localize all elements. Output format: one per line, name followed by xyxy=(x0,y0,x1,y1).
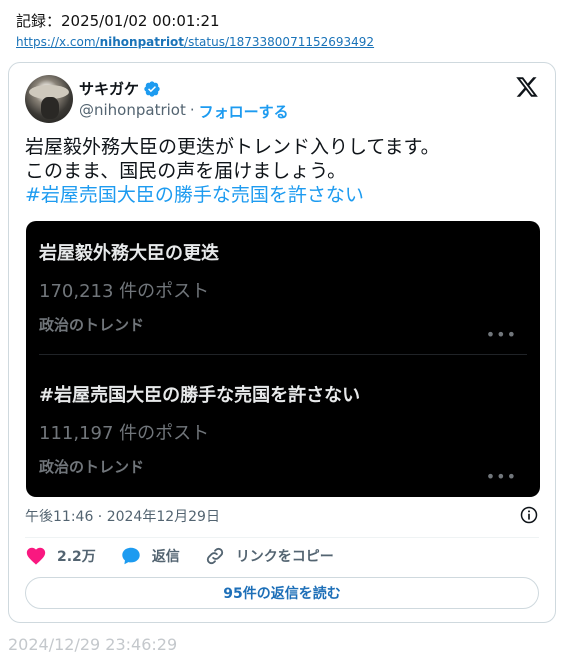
follow-button[interactable]: フォローする xyxy=(199,101,289,122)
author-name[interactable]: サキガケ xyxy=(79,78,139,99)
trend-post-count: 170,213 件のポスト xyxy=(39,281,210,302)
reply-label: 返信 xyxy=(151,549,180,565)
action-bar: 2.2万 返信 リンクをコピー xyxy=(25,545,358,567)
x-logo-icon[interactable] xyxy=(515,75,539,99)
trend-category: 政治のトレンド xyxy=(39,458,145,476)
source-url-link[interactable]: https://x.com/nihonpatriot/status/187338… xyxy=(16,35,374,49)
post-text-line-1: 岩屋毅外務大臣の更迭がトレンド入りしてます。 xyxy=(25,136,440,158)
dot-separator: · xyxy=(189,101,195,119)
trend-item: #岩屋売国大臣の勝手な売国を許さない 111,197 件のポスト 政治のトレンド… xyxy=(39,381,527,486)
url-suffix: /status/1873380071152693492 xyxy=(184,35,375,49)
copy-link-label: リンクをコピー xyxy=(235,549,334,565)
trend-category: 政治のトレンド xyxy=(39,316,145,334)
post-text: 岩屋毅外務大臣の更迭がトレンド入りしてます。 このまま、国民の声を届けましょう。… xyxy=(25,135,440,207)
like-count: 2.2万 xyxy=(57,549,96,565)
handle-row: @nihonpatriot · フォローする xyxy=(79,101,289,122)
embedded-post-card: サキガケ @nihonpatriot · フォローする 岩屋毅外務大臣の更迭がト… xyxy=(8,62,556,623)
verified-badge-icon xyxy=(144,80,160,97)
reply-button[interactable]: 返信 xyxy=(120,545,180,567)
actions-divider xyxy=(25,537,539,538)
trend-title: 岩屋毅外務大臣の更迭 xyxy=(39,243,219,264)
record-timestamp: 記録：2025/01/02 00:01:21 xyxy=(16,12,220,30)
capture-timestamp: 2024/12/29 23:46:29 xyxy=(8,635,178,654)
reply-bubble-icon xyxy=(122,547,140,565)
url-handle: nihonpatriot xyxy=(99,35,185,49)
heart-icon xyxy=(26,547,46,565)
more-options-icon: ••• xyxy=(485,325,517,344)
post-text-line-2: このまま、国民の声を届けましょう。 xyxy=(25,160,347,182)
copy-link-button[interactable]: リンクをコピー xyxy=(204,545,334,567)
trend-item: 岩屋毅外務大臣の更迭 170,213 件のポスト 政治のトレンド ••• xyxy=(39,239,527,344)
url-prefix: https://x.com/ xyxy=(16,35,100,49)
trends-screenshot-image[interactable]: 岩屋毅外務大臣の更迭 170,213 件のポスト 政治のトレンド ••• #岩屋… xyxy=(26,221,540,497)
author-handle[interactable]: @nihonpatriot xyxy=(79,101,186,122)
more-options-icon: ••• xyxy=(485,467,517,486)
like-button[interactable]: 2.2万 xyxy=(25,545,96,567)
hashtag-link[interactable]: #岩屋売国大臣の勝手な売国を許さない xyxy=(25,183,440,207)
read-replies-button[interactable]: 95件の返信を読む xyxy=(25,577,539,609)
trend-divider xyxy=(39,354,527,355)
post-timestamp[interactable]: 午後11:46 · 2024年12月29日 xyxy=(25,506,220,526)
info-icon[interactable] xyxy=(519,505,539,525)
link-icon xyxy=(206,547,223,565)
avatar[interactable] xyxy=(25,75,73,123)
author-row: サキガケ xyxy=(79,78,161,99)
trend-title: #岩屋売国大臣の勝手な売国を許さない xyxy=(39,385,361,406)
trend-post-count: 111,197 件のポスト xyxy=(39,423,210,444)
